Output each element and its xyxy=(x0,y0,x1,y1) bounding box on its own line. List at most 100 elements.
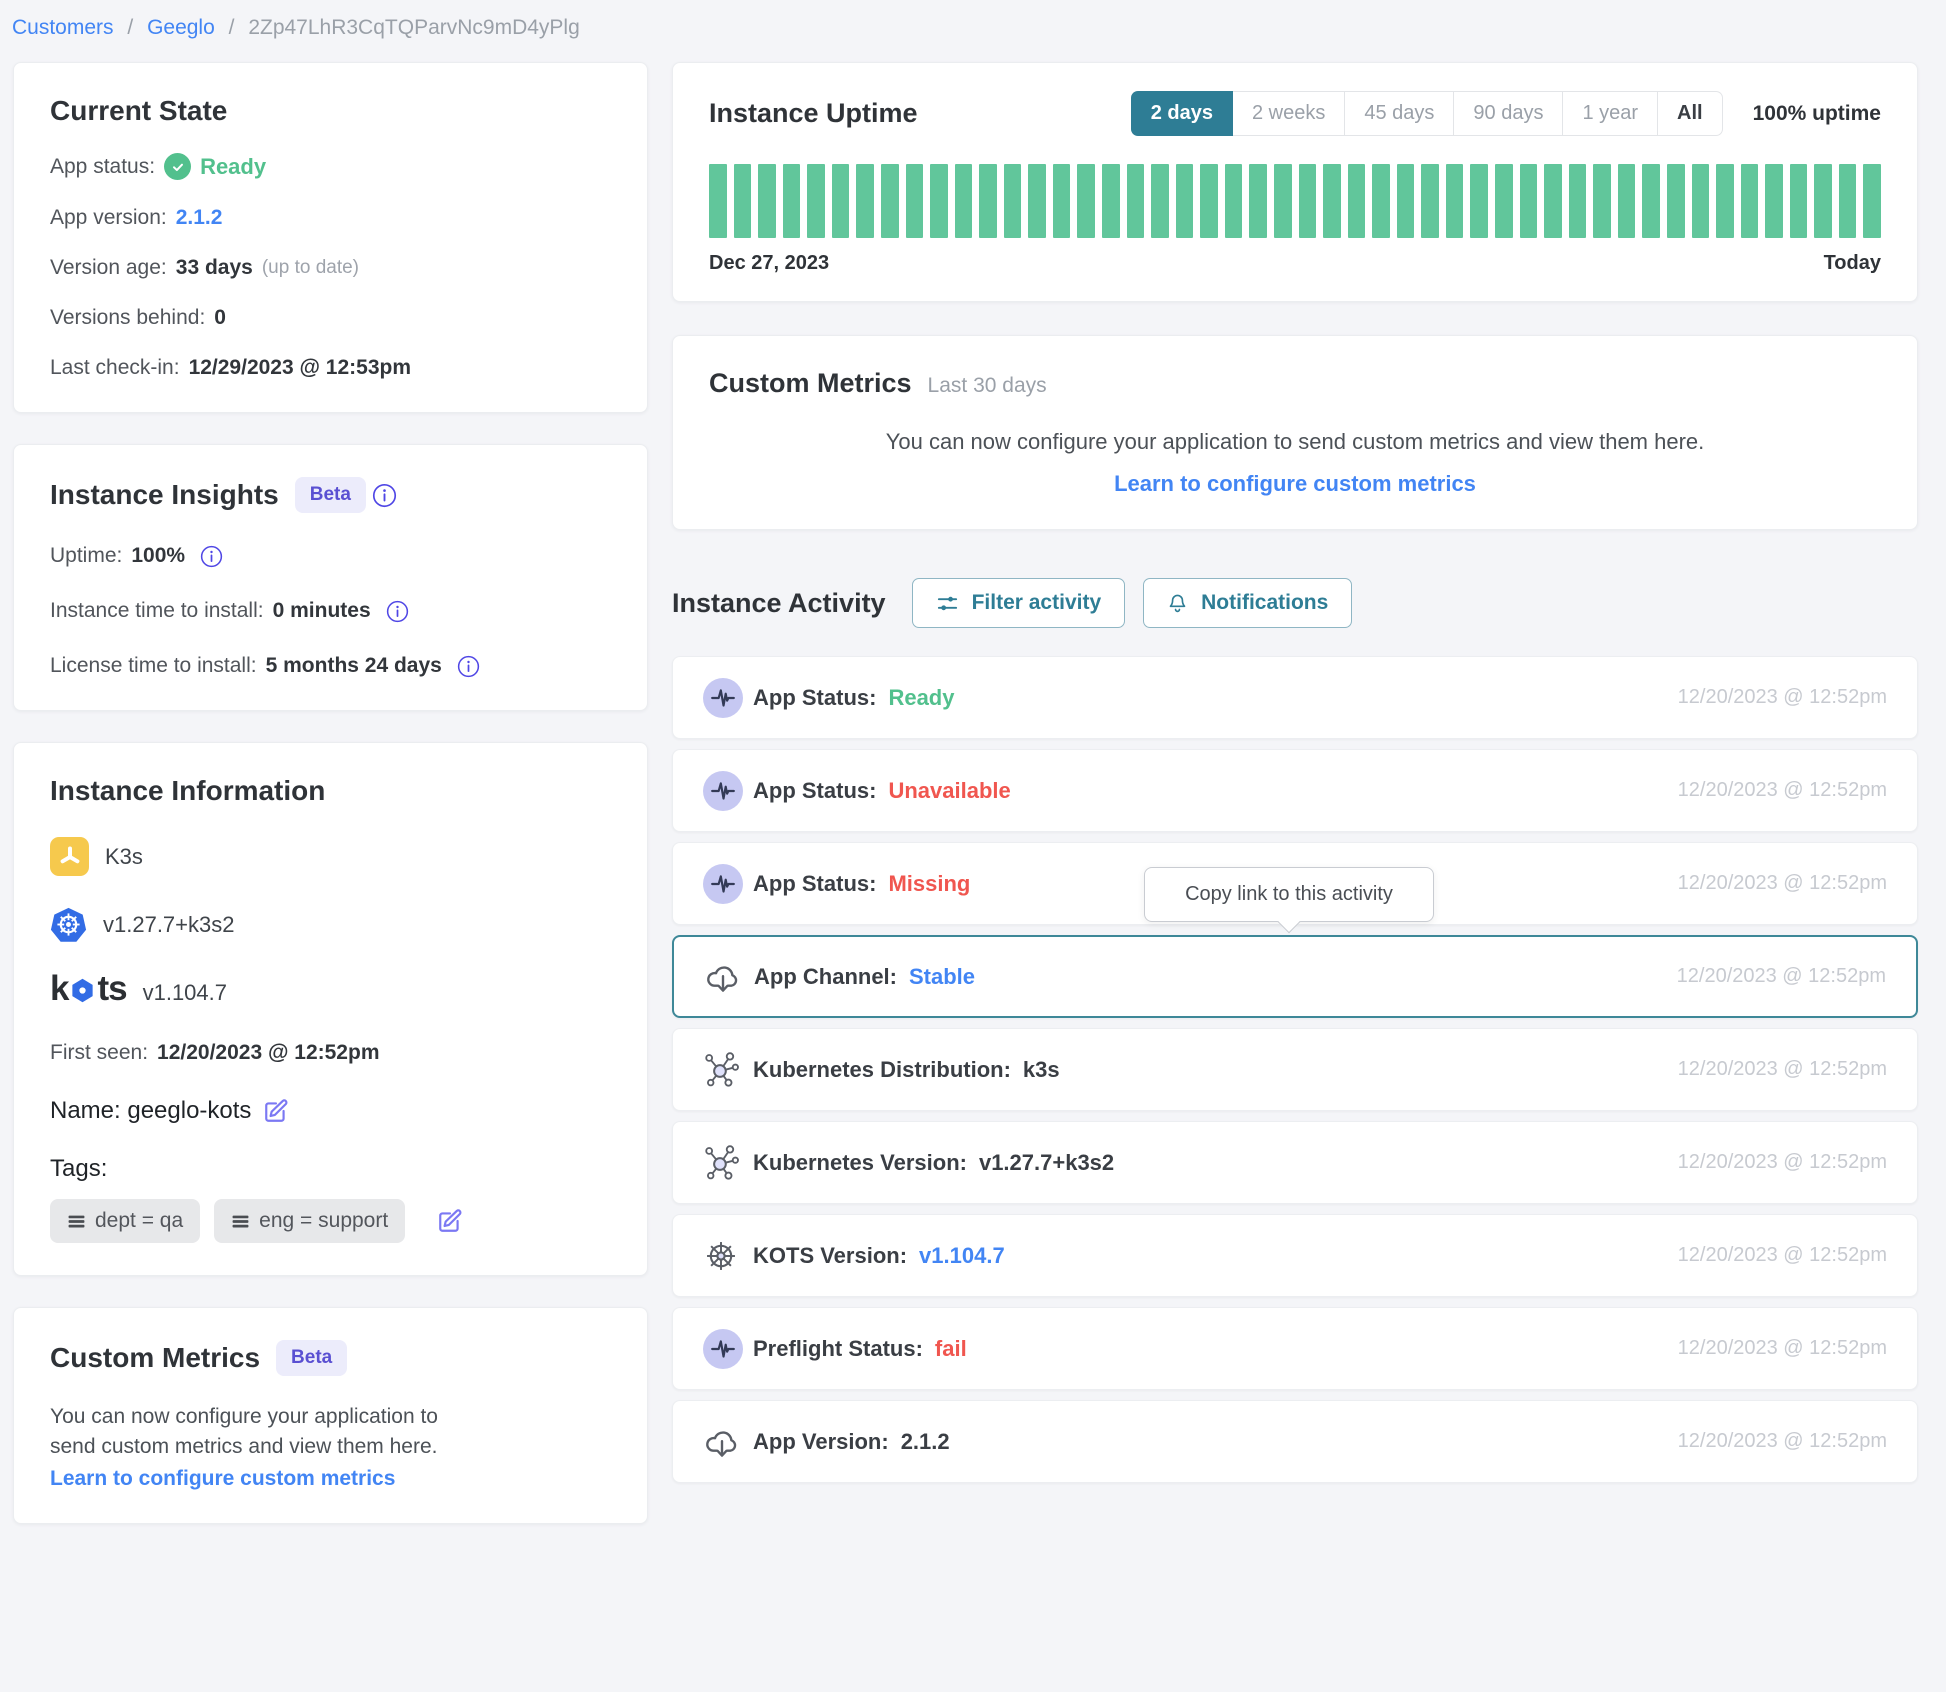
uptime-bar xyxy=(1299,164,1317,238)
range-tab-90-days[interactable]: 90 days xyxy=(1454,91,1563,136)
app-status-label: App status: xyxy=(50,155,155,179)
activity-row[interactable]: Kubernetes Distribution:k3s12/20/2023 @ … xyxy=(672,1028,1918,1111)
range-tab-all[interactable]: All xyxy=(1658,91,1723,136)
uptime-label: Uptime: xyxy=(50,544,122,568)
kubernetes-nodes-icon xyxy=(703,1144,740,1181)
uptime-bar xyxy=(1397,164,1415,238)
breadcrumb: Customers / Geeglo / 2Zp47LhR3CqTQParvNc… xyxy=(0,0,1946,40)
current-state-title: Current State xyxy=(50,95,611,127)
instance-information-card: Instance Information K3s v1.27.7+k3s2 k xyxy=(13,742,648,1276)
uptime-bar xyxy=(1127,164,1145,238)
first-seen-value: 12/20/2023 @ 12:52pm xyxy=(157,1041,379,1065)
activity-timestamp: 12/20/2023 @ 12:52pm xyxy=(1678,1337,1887,1360)
activity-timestamp: 12/20/2023 @ 12:52pm xyxy=(1678,1058,1887,1081)
uptime-bar xyxy=(1446,164,1464,238)
app-version-label: App version: xyxy=(50,206,167,230)
instance-activity-title: Instance Activity xyxy=(672,588,886,619)
activity-value: 2.1.2 xyxy=(901,1429,950,1455)
info-icon[interactable] xyxy=(457,655,480,678)
breadcrumb-link-customers[interactable]: Customers xyxy=(12,16,114,39)
helm-wheel-icon xyxy=(703,1238,739,1274)
activity-row[interactable]: KOTS Version:v1.104.712/20/2023 @ 12:52p… xyxy=(672,1214,1918,1297)
custom-metrics-right-title: Custom Metrics xyxy=(709,368,912,399)
activity-row[interactable]: App Status:Unavailable12/20/2023 @ 12:52… xyxy=(672,749,1918,832)
activity-label: App Version: xyxy=(753,1429,889,1455)
copy-link-tooltip: Copy link to this activity xyxy=(1144,867,1434,922)
uptime-bar xyxy=(1077,164,1095,238)
versions-behind-row: Versions behind: 0 xyxy=(50,306,611,330)
uptime-bar xyxy=(758,164,776,238)
custom-metrics-left-card: Custom Metrics Beta You can now configur… xyxy=(13,1307,648,1524)
uptime-bar xyxy=(807,164,825,238)
instance-uptime-card: Instance Uptime 2 days2 weeks45 days90 d… xyxy=(672,62,1918,302)
uptime-bar xyxy=(1790,164,1808,238)
uptime-bar xyxy=(1102,164,1120,238)
edit-tags-icon[interactable] xyxy=(437,1208,463,1234)
activity-timestamp: 12/20/2023 @ 12:52pm xyxy=(1678,779,1887,802)
uptime-bar xyxy=(1814,164,1832,238)
uptime-value: 100% xyxy=(131,544,185,568)
instance-uptime-title: Instance Uptime xyxy=(709,98,918,129)
uptime-bar xyxy=(1176,164,1194,238)
instance-activity-list: Copy link to this activity App Status: Re… xyxy=(672,656,1918,1483)
uptime-row: Uptime: 100% xyxy=(50,544,611,568)
activity-timestamp: 12/20/2023 @ 12:52pm xyxy=(1678,1244,1887,1267)
activity-value: k3s xyxy=(1023,1057,1060,1083)
activity-row[interactable]: Preflight Status: fail 12/20/2023 @ 12:52p… xyxy=(672,1307,1918,1390)
activity-row[interactable]: App Status:Ready12/20/2023 @ 12:52pm xyxy=(672,656,1918,739)
instance-name-row: Name: geeglo-kots xyxy=(50,1097,611,1125)
configure-custom-metrics-link[interactable]: Learn to configure custom metrics xyxy=(1114,471,1476,496)
uptime-bar xyxy=(881,164,899,238)
uptime-bar xyxy=(930,164,948,238)
uptime-bar xyxy=(1372,164,1390,238)
range-tab-45-days[interactable]: 45 days xyxy=(1345,91,1454,136)
versions-behind-label: Versions behind: xyxy=(50,306,205,330)
versions-behind-value: 0 xyxy=(214,306,226,330)
range-tab-2-weeks[interactable]: 2 weeks xyxy=(1233,91,1345,136)
edit-name-icon[interactable] xyxy=(263,1098,289,1124)
uptime-bar xyxy=(1863,164,1881,238)
app-version-value[interactable]: 2.1.2 xyxy=(176,206,223,230)
activity-timestamp: 12/20/2023 @ 12:52pm xyxy=(1678,1151,1887,1174)
activity-label: App Status: xyxy=(753,685,876,711)
filter-activity-button[interactable]: Filter activity xyxy=(912,578,1126,628)
uptime-bar xyxy=(1667,164,1685,238)
tag-lines-icon xyxy=(67,1212,86,1231)
info-icon[interactable] xyxy=(372,483,397,508)
range-tab-2-days[interactable]: 2 days xyxy=(1131,91,1233,136)
version-age-note: (up to date) xyxy=(262,257,359,279)
info-icon[interactable] xyxy=(200,545,223,568)
activity-value: fail xyxy=(935,1336,967,1362)
notifications-button[interactable]: Notifications xyxy=(1143,578,1352,628)
configure-custom-metrics-link[interactable]: Learn to configure custom metrics xyxy=(50,1467,395,1491)
uptime-bar xyxy=(1741,164,1759,238)
activity-label: App Status: xyxy=(753,871,876,897)
breadcrumb-link-geeglo[interactable]: Geeglo xyxy=(147,16,215,39)
kubernetes-icon xyxy=(50,906,87,943)
filter-sliders-icon xyxy=(936,592,959,615)
version-age-row: Version age: 33 days (up to date) xyxy=(50,256,611,280)
activity-row[interactable]: App Channel:Stable12/20/2023 @ 12:52pm xyxy=(672,935,1918,1018)
uptime-bar xyxy=(1274,164,1292,238)
activity-row[interactable]: App Version:2.1.212/20/2023 @ 12:52pm xyxy=(672,1400,1918,1483)
uptime-percentage-text: 100% uptime xyxy=(1753,102,1881,126)
uptime-bar xyxy=(955,164,973,238)
main-columns: Current State App status: Ready App vers… xyxy=(0,40,1946,1524)
activity-value: Stable xyxy=(909,964,975,990)
tag-pill[interactable]: eng = support xyxy=(214,1199,405,1243)
uptime-bar xyxy=(1495,164,1513,238)
app-status-row: App status: Ready xyxy=(50,153,611,180)
activity-value: Ready xyxy=(888,685,954,711)
activity-label: App Channel: xyxy=(754,964,897,990)
uptime-bar xyxy=(1053,164,1071,238)
range-tab-1-year[interactable]: 1 year xyxy=(1563,91,1658,136)
activity-row[interactable]: Kubernetes Version:v1.27.7+k3s212/20/202… xyxy=(672,1121,1918,1204)
current-state-card: Current State App status: Ready App vers… xyxy=(13,62,648,413)
activity-label: Preflight Status: xyxy=(753,1336,923,1362)
tag-pill[interactable]: dept = qa xyxy=(50,1199,200,1243)
license-tti-value: 5 months 24 days xyxy=(266,654,442,678)
last-checkin-value: 12/29/2023 @ 12:53pm xyxy=(189,356,411,380)
activity-value: v1.27.7+k3s2 xyxy=(979,1150,1114,1176)
info-icon[interactable] xyxy=(386,600,409,623)
uptime-bar xyxy=(1028,164,1046,238)
